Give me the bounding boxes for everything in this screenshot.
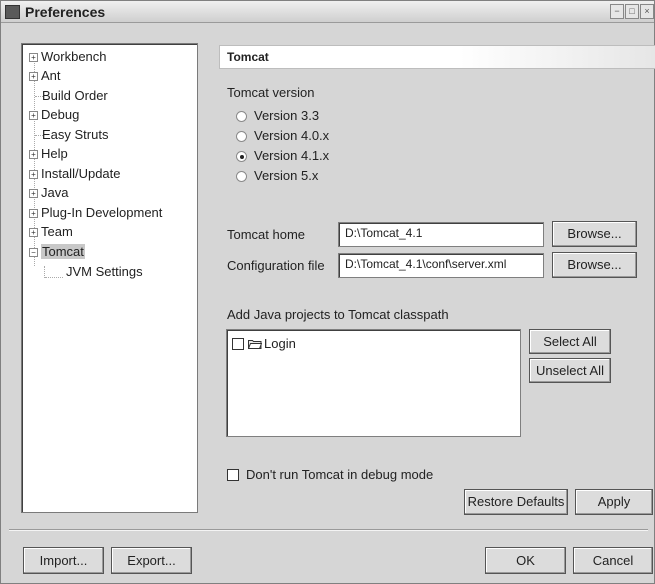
tree-line [45,277,63,278]
expand-icon[interactable]: + [29,150,38,159]
debug-mode-checkbox[interactable] [227,469,239,481]
expand-icon[interactable]: + [29,53,38,62]
tree-item-ant[interactable]: + Ant [29,66,61,85]
project-checkbox[interactable] [232,338,244,350]
maximize-icon[interactable]: □ [625,4,639,19]
window-controls: − □ × [610,4,654,19]
select-all-button[interactable]: Select All [529,329,611,354]
projects-label: Add Java projects to Tomcat classpath [227,307,449,322]
title-bar: Preferences − □ × [1,1,654,23]
restore-defaults-button[interactable]: Restore Defaults [464,489,568,515]
version-5-radio[interactable] [236,171,247,182]
minimize-icon[interactable]: − [610,4,624,19]
version-3-3-radio[interactable] [236,111,247,122]
folder-icon [248,340,262,349]
close-icon[interactable]: × [640,4,654,19]
configuration-file-label: Configuration file [227,258,325,273]
tomcat-home-label: Tomcat home [227,227,306,242]
tree-item-team[interactable]: + Team [29,222,73,241]
expand-icon[interactable]: + [29,170,38,179]
page-header: Tomcat [219,45,655,69]
apply-button[interactable]: Apply [575,489,653,515]
footer-separator [9,529,648,531]
configuration-file-input[interactable]: D:\Tomcat_4.1\conf\server.xml [338,253,544,278]
tree-item-tomcat[interactable]: − Tomcat [29,242,85,261]
version-3-3-label[interactable]: Version 3.3 [254,108,319,123]
tomcat-home-input[interactable]: D:\Tomcat_4.1 [338,222,544,247]
window-title: Preferences [25,4,106,20]
tomcat-version-label: Tomcat version [227,85,315,100]
browse-config-button[interactable]: Browse... [552,252,637,278]
version-4-1-label[interactable]: Version 4.1.x [254,148,329,163]
version-5-label[interactable]: Version 5.x [254,168,318,183]
project-label: Login [264,336,296,351]
tree-item-install-update[interactable]: + Install/Update [29,164,121,183]
import-button[interactable]: Import... [23,547,104,574]
expand-icon[interactable]: + [29,228,38,237]
tree-item-build-order[interactable]: Build Order [42,86,108,105]
expand-icon[interactable]: + [29,72,38,81]
tree-item-easy-struts[interactable]: Easy Struts [42,125,108,144]
preferences-tree[interactable]: + Workbench + Ant Build Order + Debug Easy … [21,43,198,513]
expand-icon[interactable]: + [29,111,38,120]
debug-mode-label[interactable]: Don't run Tomcat in debug mode [246,467,433,482]
tree-item-workbench[interactable]: + Workbench [29,47,107,66]
tree-item-java[interactable]: + Java [29,183,68,202]
list-item[interactable]: Login [232,335,352,353]
app-icon [5,5,20,19]
tree-item-debug[interactable]: + Debug [29,105,79,124]
ok-button[interactable]: OK [485,547,566,574]
tree-item-plug-in-development[interactable]: + Plug-In Development [29,203,162,222]
collapse-icon[interactable]: − [29,248,38,257]
preferences-window: Preferences − □ × + Workbench + Ant Build … [0,0,655,584]
expand-icon[interactable]: + [29,209,38,218]
version-4-0-radio[interactable] [236,131,247,142]
version-4-1-radio[interactable] [236,151,247,162]
unselect-all-button[interactable]: Unselect All [529,358,611,383]
page-title: Tomcat [227,50,269,64]
version-4-0-label[interactable]: Version 4.0.x [254,128,329,143]
export-button[interactable]: Export... [111,547,192,574]
cancel-button[interactable]: Cancel [573,547,653,574]
projects-list[interactable]: Login [226,329,521,437]
tree-item-help[interactable]: + Help [29,144,68,163]
tree-item-jvm-settings[interactable]: JVM Settings [66,262,143,281]
expand-icon[interactable]: + [29,189,38,198]
browse-home-button[interactable]: Browse... [552,221,637,247]
